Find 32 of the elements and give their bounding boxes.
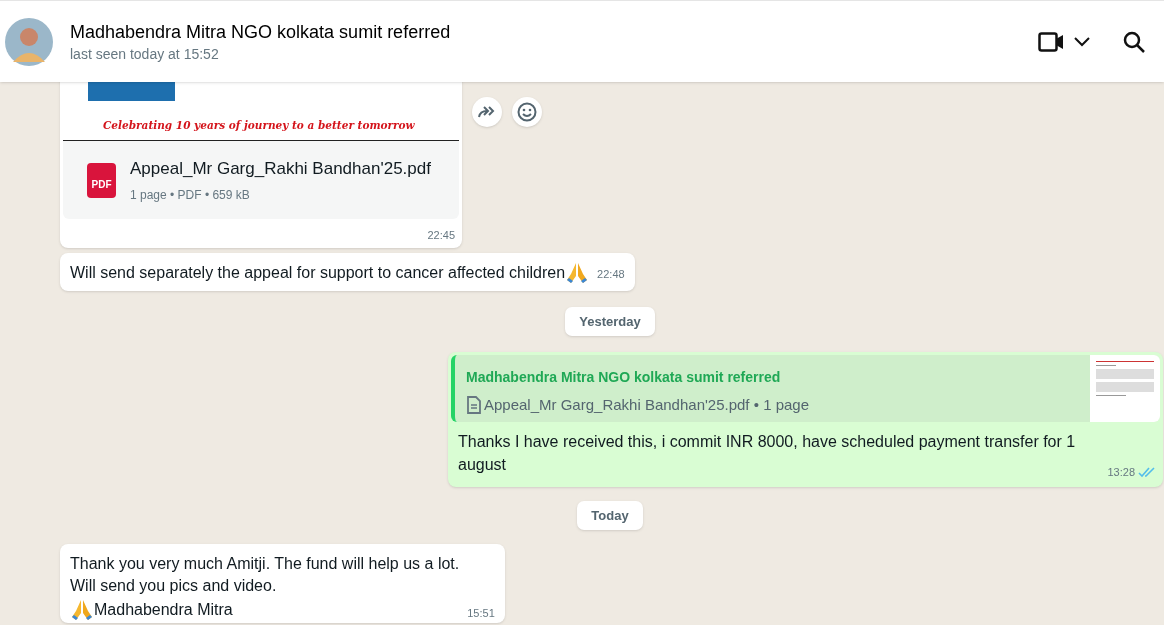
message-text: Will send separately the appeal for support to cancer affected children bbox=[70, 262, 566, 283]
date-chip: Today bbox=[577, 500, 643, 530]
date-chip: Yesterday bbox=[565, 306, 655, 336]
message-text: Will send you pics and video. bbox=[70, 576, 277, 596]
emoji-reaction-button[interactable] bbox=[512, 97, 542, 127]
message-time: 22:48 bbox=[597, 267, 625, 282]
video-call-button[interactable] bbox=[1038, 31, 1090, 52]
quoted-message[interactable]: Madhabendra Mitra NGO kolkata sumit referred Appeal_Mr Garg_Rakhi Bandhan'25.pdf • 1 page bbox=[451, 355, 1160, 422]
message-time: 22:45 bbox=[427, 228, 455, 243]
message-text: Thank you very much Amitji. The fund will help us a lot. bbox=[70, 554, 460, 574]
preview-caption: Celebrating 10 years of journey to a better tomorrow bbox=[103, 118, 415, 132]
quote-text: Appeal_Mr Garg_Rakhi Bandhan'25.pdf • 1 page bbox=[484, 395, 809, 415]
document-card[interactable]: PDF Appeal_Mr Garg_Rakhi Bandhan'25.pdf 1 page • PDF • 659 kB bbox=[63, 141, 459, 219]
message-time: 13:28 bbox=[1107, 465, 1135, 480]
avatar-icon[interactable] bbox=[5, 17, 53, 66]
forward-button[interactable] bbox=[472, 97, 502, 127]
message-text: Thanks I have received this, i commit INR 8000, have scheduled payment transfer for 1 august bbox=[458, 433, 1076, 473]
last-seen-status: last seen today at 15:52 bbox=[70, 44, 220, 64]
document-icon bbox=[466, 396, 482, 415]
file-type-label: PDF bbox=[91, 177, 112, 192]
forward-arrows-icon bbox=[478, 106, 496, 118]
file-meta: 1 page • PDF • 659 kB bbox=[130, 186, 251, 204]
message-text: Madhabendra Mitra bbox=[94, 600, 233, 620]
smiley-icon bbox=[517, 102, 537, 122]
contact-name[interactable]: Madhabendra Mitra NGO kolkata sumit referred bbox=[70, 19, 1038, 44]
video-camera-icon bbox=[1038, 31, 1064, 52]
message-time: 15:51 bbox=[467, 605, 495, 621]
document-thumbnail bbox=[1090, 355, 1160, 422]
quote-author: Madhabendra Mitra NGO kolkata sumit referred bbox=[466, 368, 782, 387]
chevron-down-icon bbox=[1074, 36, 1090, 47]
file-name: Appeal_Mr Garg_Rakhi Bandhan'25.pdf bbox=[130, 158, 431, 181]
search-icon[interactable] bbox=[1122, 29, 1146, 54]
